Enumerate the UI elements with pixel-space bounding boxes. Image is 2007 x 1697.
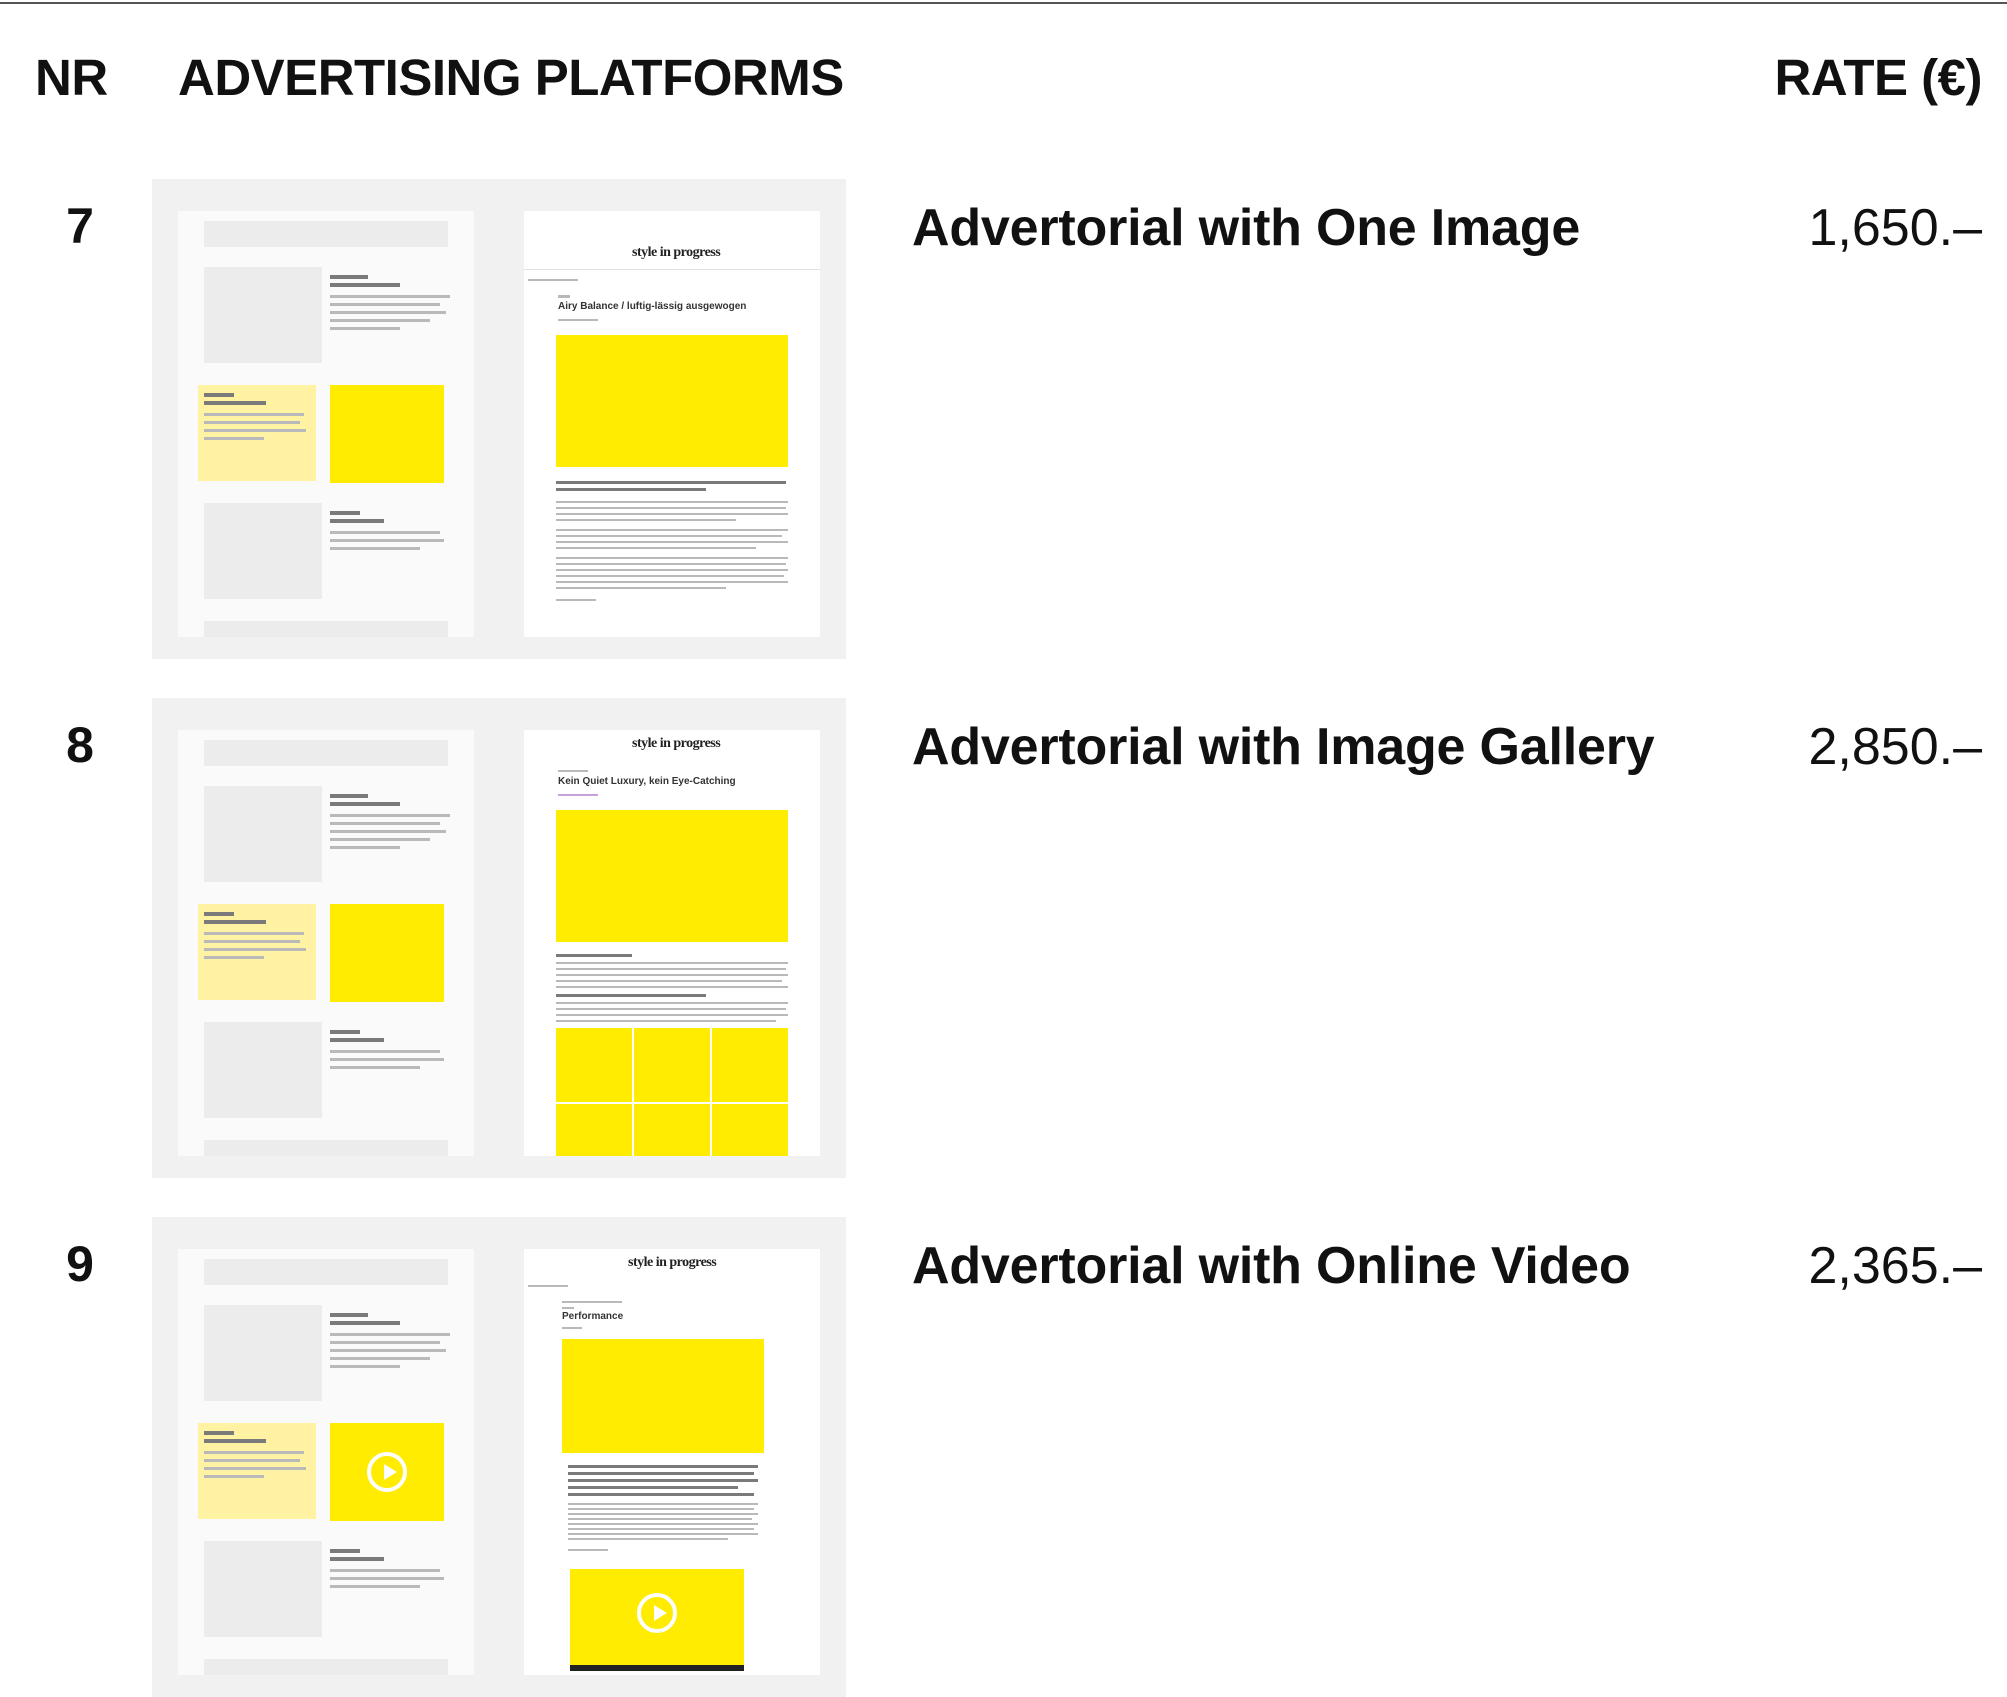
video-player xyxy=(570,1569,744,1665)
gallery-image xyxy=(712,1028,788,1102)
play-icon xyxy=(367,1452,407,1492)
thumbnail-article-page: style in progress Performance xyxy=(524,1249,820,1675)
row-rate: 2,850.– xyxy=(1808,718,1983,776)
row-title: Advertorial with One Image xyxy=(912,199,1581,257)
article-image xyxy=(556,335,788,467)
brand-logo: style in progress xyxy=(632,245,721,260)
article-title: Performance xyxy=(562,1311,624,1322)
brand-logo: style in progress xyxy=(632,736,721,751)
row-title: Advertorial with Image Gallery xyxy=(912,718,1655,776)
article-title: Kein Quiet Luxury, kein Eye-Catching xyxy=(558,776,736,787)
thumbnail-online-video: style in progress Performance xyxy=(152,1217,846,1697)
row-number: 8 xyxy=(66,717,94,773)
header-advertising-platforms: ADVERTISING PLATFORMS xyxy=(178,49,844,106)
row-number: 7 xyxy=(66,198,94,254)
gallery-image xyxy=(634,1104,710,1156)
row-title: Advertorial with Online Video xyxy=(912,1237,1631,1295)
thumbnail-overview-page xyxy=(178,730,474,1156)
thumbnail-overview-page xyxy=(178,1249,474,1675)
video-control-bar xyxy=(570,1665,744,1671)
gallery-image xyxy=(712,1104,788,1156)
gallery-image xyxy=(634,1028,710,1102)
row-number: 9 xyxy=(66,1236,94,1292)
row-rate: 1,650.– xyxy=(1808,199,1983,257)
article-image xyxy=(562,1339,764,1453)
thumbnail-article-page: style in progress Kein Quiet Luxury, kei… xyxy=(524,730,820,1156)
thumbnail-image-gallery: style in progress Kein Quiet Luxury, kei… xyxy=(152,698,846,1178)
gallery-image xyxy=(556,1028,632,1102)
play-icon xyxy=(637,1593,677,1633)
brand-logo: style in progress xyxy=(628,1255,717,1270)
row-rate: 2,365.– xyxy=(1808,1237,1983,1295)
thumbnail-article-page: style in progress Airy Balance / luftig-… xyxy=(524,211,820,637)
article-title: Airy Balance / luftig-lässig ausgewogen xyxy=(558,301,747,312)
header-nr: NR xyxy=(35,49,108,106)
header-rate: RATE (€) xyxy=(1774,49,1982,106)
thumbnail-overview-page xyxy=(178,211,474,637)
thumbnail-one-image: style in progress Airy Balance / luftig-… xyxy=(152,179,846,659)
gallery-image xyxy=(556,1104,632,1156)
article-image xyxy=(556,810,788,942)
top-divider xyxy=(0,2,2007,4)
